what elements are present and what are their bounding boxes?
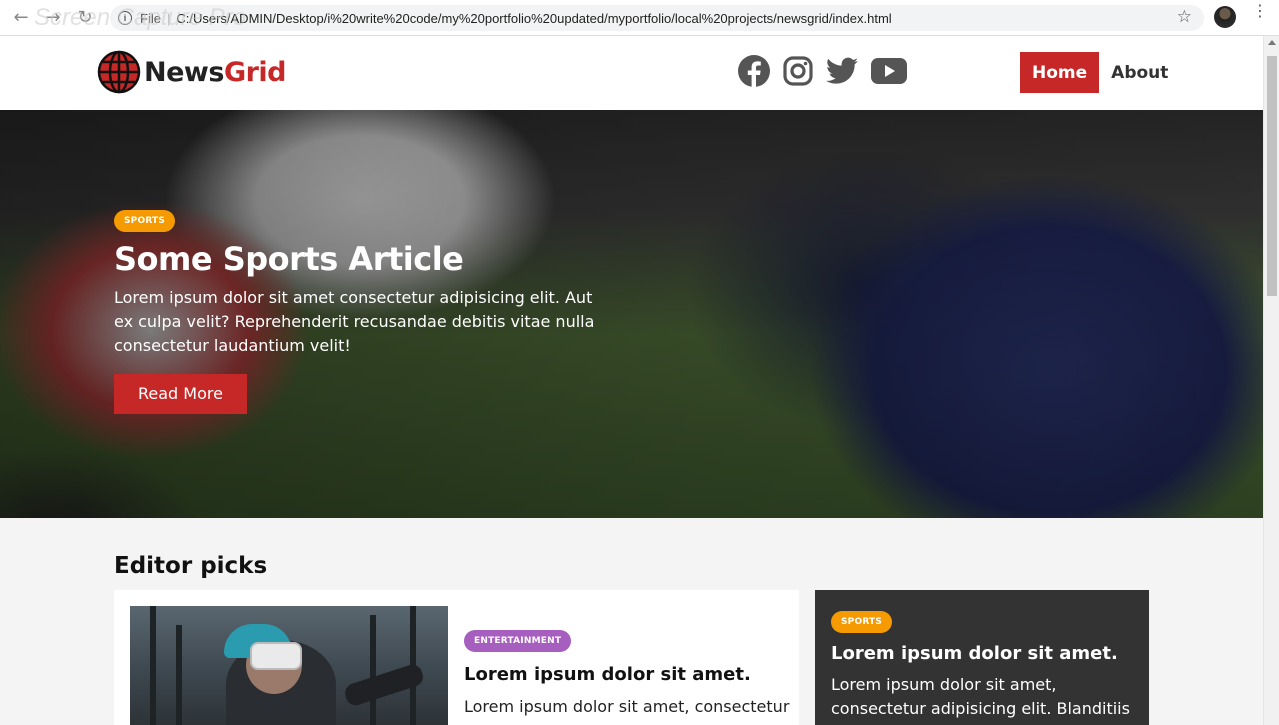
- url-text[interactable]: C:/Users/ADMIN/Desktop/i%20write%20code/…: [176, 11, 891, 26]
- browser-toolbar: ← → ↻ i File | C:/Users/ADMIN/Desktop/i%…: [0, 0, 1279, 36]
- social-links: [738, 55, 907, 87]
- side-card-title[interactable]: Lorem ipsum dolor sit amet.: [831, 643, 1137, 664]
- logo-grid: Grid: [223, 56, 287, 88]
- read-more-button[interactable]: Read More: [114, 374, 247, 414]
- side-card-body: SPORTS Lorem ipsum dolor sit amet. Lorem…: [831, 609, 1137, 721]
- side-card-text: Lorem ipsum dolor sit amet, consectetur …: [831, 675, 1130, 718]
- address-bar[interactable]: i File | C:/Users/ADMIN/Desktop/i%20writ…: [110, 5, 1204, 31]
- profile-avatar[interactable]: [1214, 6, 1236, 28]
- page-scrollbar[interactable]: [1263, 36, 1279, 725]
- forward-icon[interactable]: →: [42, 7, 64, 29]
- bookmark-star-icon[interactable]: ☆: [1177, 7, 1192, 27]
- vr-article-image[interactable]: [130, 606, 448, 725]
- logo-text: NewsGrid: [144, 56, 287, 88]
- main-card-title[interactable]: Lorem ipsum dolor sit amet.: [464, 664, 794, 685]
- hero-category-badge[interactable]: SPORTS: [114, 210, 176, 232]
- hero-text: Lorem ipsum dolor sit amet consectetur a…: [114, 288, 595, 355]
- main-nav: Home About: [1020, 52, 1168, 93]
- hero-content: SPORTS Some Sports Article Lorem ipsum d…: [114, 208, 614, 414]
- info-icon[interactable]: i: [118, 11, 132, 25]
- site-header: NewsGrid Home About: [0, 36, 1263, 110]
- editor-pick-main-card[interactable]: ENTERTAINMENT Lorem ipsum dolor sit amet…: [114, 590, 799, 725]
- logo[interactable]: NewsGrid: [97, 50, 287, 94]
- logo-news: News: [144, 56, 224, 88]
- editor-pick-side-card[interactable]: SPORTS Lorem ipsum dolor sit amet. Lorem…: [815, 590, 1149, 725]
- instagram-icon[interactable]: [783, 56, 813, 86]
- vr-headset-shape: [250, 642, 302, 670]
- tree-trunk: [150, 606, 156, 725]
- tree-trunk: [370, 615, 376, 725]
- globe-icon: [97, 50, 141, 94]
- main-card-body: ENTERTAINMENT Lorem ipsum dolor sit amet…: [464, 628, 794, 719]
- reload-icon[interactable]: ↻: [74, 7, 96, 29]
- nav-home[interactable]: Home: [1020, 52, 1100, 93]
- hero-showcase: SPORTS Some Sports Article Lorem ipsum d…: [0, 110, 1263, 518]
- back-icon[interactable]: ←: [10, 7, 32, 29]
- twitter-icon[interactable]: [826, 57, 858, 85]
- browser-menu-icon[interactable]: ⋮: [1252, 3, 1268, 19]
- file-label: File: [140, 10, 161, 26]
- hero-title: Some Sports Article: [114, 240, 464, 278]
- entertainment-badge[interactable]: ENTERTAINMENT: [464, 630, 572, 652]
- facebook-icon[interactable]: [738, 55, 770, 87]
- sports-badge[interactable]: SPORTS: [831, 611, 893, 633]
- nav-about[interactable]: About: [1111, 63, 1168, 83]
- scroll-up-icon[interactable]: [1268, 40, 1276, 45]
- youtube-icon[interactable]: [871, 58, 907, 84]
- main-card-text: Lorem ipsum dolor sit amet, consectetur: [464, 697, 790, 716]
- scrollbar-thumb[interactable]: [1267, 56, 1277, 296]
- editor-picks-title: Editor picks: [114, 553, 268, 579]
- tree-trunk: [176, 625, 182, 725]
- address-separator: |: [166, 10, 171, 26]
